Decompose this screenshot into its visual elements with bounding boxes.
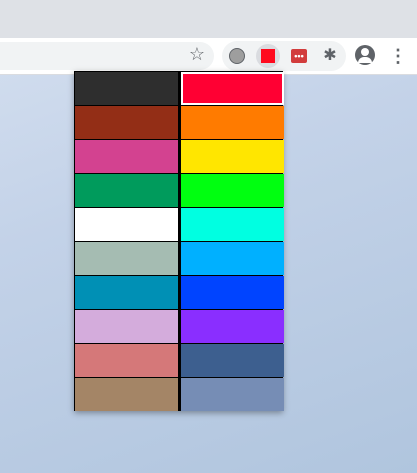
- color-swatch[interactable]: [181, 310, 284, 343]
- color-swatch[interactable]: [75, 310, 178, 343]
- color-swatch[interactable]: [181, 140, 284, 173]
- color-swatch[interactable]: [181, 276, 284, 309]
- color-swatch[interactable]: [181, 242, 284, 275]
- color-picker-extension-button[interactable]: [256, 44, 280, 68]
- browser-toolbar: ☆ ••• ✱ ⋮: [0, 38, 417, 75]
- color-swatch[interactable]: [75, 344, 178, 377]
- dots-extension-button[interactable]: •••: [287, 44, 311, 68]
- extensions-menu-button[interactable]: ✱: [318, 44, 342, 68]
- color-palette-popup: [74, 71, 284, 411]
- color-swatch[interactable]: [181, 378, 284, 411]
- color-swatch[interactable]: [75, 242, 178, 275]
- color-swatch[interactable]: [75, 106, 178, 139]
- color-swatch[interactable]: [75, 140, 178, 173]
- puzzle-icon: ✱: [323, 47, 337, 64]
- extensions-group: ••• ✱: [222, 41, 346, 71]
- account-icon[interactable]: [355, 45, 375, 65]
- color-swatch[interactable]: [75, 174, 178, 207]
- color-swatch[interactable]: [181, 174, 284, 207]
- color-swatch[interactable]: [75, 208, 178, 241]
- star-icon[interactable]: ☆: [186, 43, 208, 65]
- kebab-menu-icon[interactable]: ⋮: [389, 45, 407, 67]
- extension-dots-icon: •••: [291, 49, 307, 63]
- color-swatch[interactable]: [181, 344, 284, 377]
- color-swatch[interactable]: [181, 208, 284, 241]
- color-swatch[interactable]: [181, 72, 284, 105]
- color-swatch[interactable]: [75, 276, 178, 309]
- tomato-extension-button[interactable]: [225, 44, 249, 68]
- color-swatch[interactable]: [181, 106, 284, 139]
- color-swatch[interactable]: [75, 72, 178, 105]
- tab-strip: [0, 0, 417, 38]
- color-picker-icon: [261, 49, 275, 63]
- address-bar[interactable]: [0, 42, 214, 70]
- tomato-icon: [229, 48, 245, 64]
- color-swatch[interactable]: [75, 378, 178, 411]
